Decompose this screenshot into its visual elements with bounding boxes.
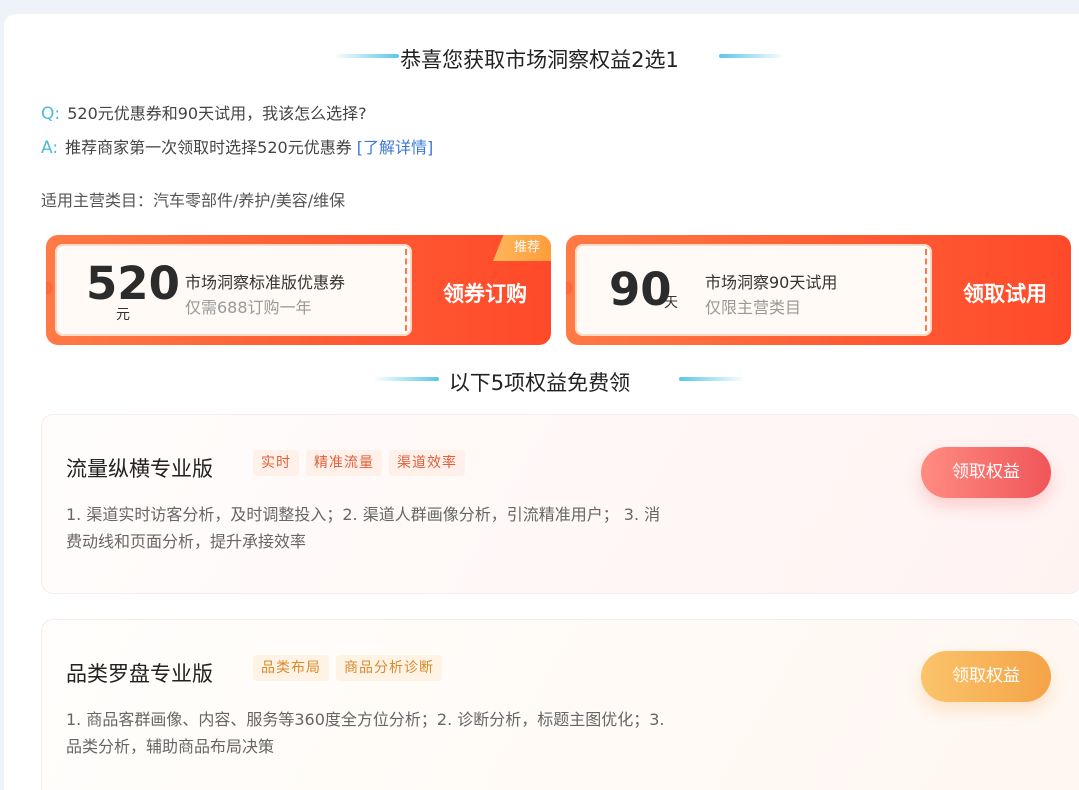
benefit-tag: 渠道效率 [389,450,465,476]
benefit-tags: 实时 精准流量 渠道效率 [253,450,465,476]
benefit-description: 1. 商品客群画像、内容、服务等360度全方位分析；2. 诊断分析，标题主图优化… [66,710,665,756]
coupon-notch [566,281,573,295]
claim-benefit-button[interactable]: 领取权益 [921,447,1051,498]
benefit-title: 流量纵横专业版 [66,457,213,481]
benefit-card-category: 品类罗盘专业版 品类布局 商品分析诊断 1. 商品客群画像、内容、服务等360度… [41,619,1079,790]
benefit-title: 品类罗盘专业版 [66,662,213,686]
claim-coupon-button[interactable]: 领券订购 [443,278,527,308]
answer-text: 推荐商家第一次领取时选择520元优惠券 [65,138,352,157]
benefit-tag: 精准流量 [306,450,382,476]
coupon-subtitle: 仅需688订购一年 [185,298,312,317]
trial-title: 市场洞察90天试用 [705,273,838,292]
coupon-card-trial[interactable]: 90 天 市场洞察90天试用 仅限主营类目 领取试用 [566,235,1071,345]
claim-trial-button[interactable]: 领取试用 [963,278,1047,308]
category-label: 适用主营类目：汽车零部件/养护/美容/维保 [41,191,346,210]
benefit-tag: 品类布局 [253,655,329,681]
coupon-amount: 520 [86,257,180,310]
coupon-unit: 元 [116,307,130,323]
trial-unit: 天 [664,295,678,311]
question-text: 520元优惠券和90天试用，我该怎么选择? [67,104,367,123]
free-benefits-title: 以下5项权益免费领 [448,371,631,395]
trial-days: 90 [609,263,672,316]
question-row: Q: 520元优惠券和90天试用，我该怎么选择? [41,100,367,124]
benefit-description: 1. 渠道实时访客分析，及时调整投入；2. 渠道人群画像分析，引流精准用户； 3… [66,505,661,551]
learn-more-link[interactable]: [了解详情] [357,138,434,157]
benefit-card-traffic: 流量纵横专业版 实时 精准流量 渠道效率 1. 渠道实时访客分析，及时调整投入；… [41,414,1079,594]
question-tag: Q: [41,104,61,124]
coupon-divider [925,249,927,331]
benefit-tags: 品类布局 商品分析诊断 [253,655,442,681]
recommend-badge: 推荐 [493,235,551,261]
claim-benefit-button[interactable]: 领取权益 [921,651,1051,702]
coupon-notch [46,281,53,295]
benefit-tag: 商品分析诊断 [336,655,442,681]
coupon-divider [405,249,407,331]
trial-subtitle: 仅限主营类目 [705,298,802,317]
title-decoration-right [719,54,785,58]
coupon-title: 市场洞察标准版优惠券 [185,273,346,292]
page-title: 恭喜您获取市场洞察权益2选1 [400,48,679,72]
coupon-card-520[interactable]: 520 元 市场洞察标准版优惠券 仅需688订购一年 领券订购 推荐 [46,235,551,345]
free-title-decoration-right [679,377,745,381]
answer-row: A: 推荐商家第一次领取时选择520元优惠券 [了解详情] [41,134,433,158]
answer-tag: A: [41,138,59,158]
benefit-tag: 实时 [253,450,299,476]
